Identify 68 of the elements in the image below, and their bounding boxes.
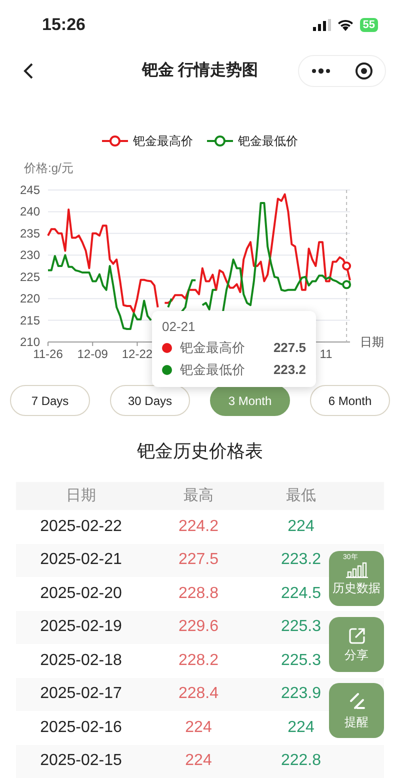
low-price-cell-text: 224 xyxy=(288,718,314,738)
low-price-cell-text: 224.5 xyxy=(280,584,322,604)
y-tick-label: 215 xyxy=(20,313,40,328)
signal-icon xyxy=(312,19,331,31)
low-price-cell-text: 225.3 xyxy=(280,617,322,638)
tooltip-series-name: 钯金最低价 xyxy=(180,361,246,379)
more-icon[interactable] xyxy=(311,68,331,74)
y-tick-label: 220 xyxy=(20,292,40,306)
low-price-cell-text: 223.9 xyxy=(280,684,322,704)
x-tick-label: 12-22 xyxy=(122,347,153,361)
legend-icon[interactable] xyxy=(207,135,233,147)
tooltip-series-name: 钯金最高价 xyxy=(180,339,246,357)
date-cell-text: 2025-02-17 xyxy=(40,684,122,704)
x-tick-label: 12-09 xyxy=(77,347,108,361)
zigzag-icon xyxy=(348,692,366,712)
axis-title: 日期 xyxy=(360,335,384,349)
tooltip-date: 02-21 xyxy=(162,318,196,336)
date-cell-text: 2025-02-16 xyxy=(40,718,122,738)
back-icon[interactable] xyxy=(22,62,34,80)
wifi-icon xyxy=(336,19,354,31)
high-price-cell-text: 227.5 xyxy=(178,550,219,570)
y-tick-label: 235 xyxy=(20,226,40,240)
date-cell-text: 2025-02-22 xyxy=(40,516,122,537)
data-point xyxy=(342,280,352,290)
tooltip-value: 227.5 xyxy=(273,339,306,357)
low-price-cell-text: 223.2 xyxy=(280,550,322,570)
share-icon xyxy=(348,627,366,645)
legend-label[interactable]: 钯金最高价 xyxy=(133,132,193,150)
range-tab[interactable]: 6 Month xyxy=(310,385,390,416)
date-cell-text: 2025-02-19 xyxy=(40,617,122,638)
high-price-cell-text: 228.2 xyxy=(178,650,219,671)
legend-icon[interactable] xyxy=(102,135,128,147)
low-price-cell-text: 225.3 xyxy=(280,650,322,671)
data-point xyxy=(342,262,352,270)
date-cell-text: 2025-02-18 xyxy=(40,650,122,671)
high-price-cell-text: 224.2 xyxy=(178,516,219,537)
y-tick-label: 230 xyxy=(20,248,40,262)
column-header: 最低 xyxy=(285,486,317,506)
low-price-cell-text: 222.8 xyxy=(280,751,322,772)
high-price-cell-text: 224 xyxy=(185,751,212,772)
y-tick-label: 225 xyxy=(20,270,40,284)
high-price-cell-text: 229.6 xyxy=(178,617,219,638)
tooltip-value: 223.2 xyxy=(273,361,306,379)
high-price-cell-text: 228.8 xyxy=(178,584,219,604)
y-tick-label: 245 xyxy=(20,183,40,197)
range-tab[interactable]: 7 Days xyxy=(10,385,90,416)
target-icon[interactable] xyxy=(355,62,373,80)
y-tick-label: 210 xyxy=(20,335,40,349)
high-price-cell-text: 224 xyxy=(185,718,212,738)
high-price-cell-text: 228.4 xyxy=(178,684,219,704)
low-price-cell-text: 224 xyxy=(288,516,314,537)
date-cell-text: 2025-02-15 xyxy=(40,751,122,772)
x-tick-label: 11-26 xyxy=(33,347,63,361)
y-tick-label: 240 xyxy=(20,204,40,219)
page-title: 钯金 行情走势图 xyxy=(142,60,258,81)
table-title: 钯金历史价格表 xyxy=(136,440,264,463)
range-tab[interactable]: 30 Days xyxy=(110,385,190,416)
legend-label[interactable]: 钯金最低价 xyxy=(238,132,298,150)
capsule-menu[interactable] xyxy=(298,55,386,87)
column-header: 日期 xyxy=(65,486,97,506)
column-header: 最高 xyxy=(182,486,214,506)
battery-indicator: 55 xyxy=(360,18,378,32)
status-time: 15:26 xyxy=(42,14,86,36)
x-tick-label: 11 xyxy=(320,347,332,361)
axis-title: 价格:g/元 xyxy=(24,161,74,175)
bar-chart-icon xyxy=(346,562,368,578)
date-cell-text: 2025-02-21 xyxy=(40,550,122,570)
date-cell-text: 2025-02-20 xyxy=(40,584,122,604)
